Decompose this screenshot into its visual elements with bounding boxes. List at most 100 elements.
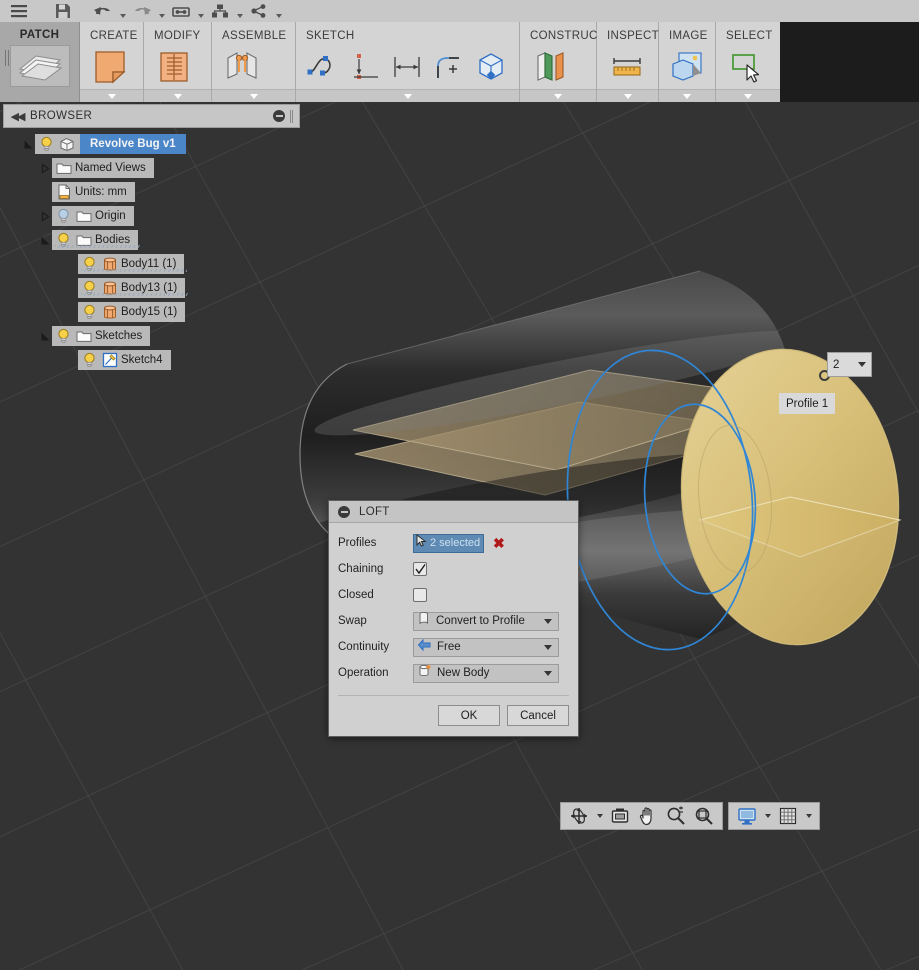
loft-row-profiles: Profiles 2 selected ✖ <box>329 530 578 556</box>
tree-row-body15[interactable]: Body15 (1) <box>0 300 303 324</box>
profile-count-dropdown[interactable]: 2 <box>827 352 872 377</box>
folder-icon <box>75 208 92 225</box>
pan-icon[interactable] <box>635 804 661 828</box>
zoom-icon[interactable] <box>663 804 689 828</box>
panel-create-expand[interactable] <box>80 89 143 102</box>
patch-surface-icon[interactable] <box>9 45 70 87</box>
assemble-joint-icon[interactable] <box>220 47 264 87</box>
chevron-down-icon <box>858 362 866 367</box>
expander-expanded-icon[interactable] <box>38 228 52 252</box>
redo-dropdown-caret[interactable] <box>157 1 166 21</box>
grid-snaps-dropdown-caret[interactable] <box>803 804 814 828</box>
inspect-measure-icon[interactable] <box>605 47 649 87</box>
visibility-bulb-icon[interactable] <box>81 304 98 321</box>
share-dropdown-caret[interactable] <box>274 1 283 21</box>
tree-row-sketches[interactable]: Sketches <box>0 324 303 348</box>
profile-1-label[interactable]: Profile 1 <box>779 393 836 414</box>
visibility-bulb-off-icon[interactable] <box>55 208 72 225</box>
tree-row-units[interactable]: Units: mm <box>0 180 303 204</box>
panel-modify-expand[interactable] <box>144 89 211 102</box>
tree-row-body11[interactable]: Body11 (1) <box>0 252 303 276</box>
tree-label-named-views: Named Views <box>75 162 146 174</box>
profiles-value: 2 selected <box>430 537 481 549</box>
tree-row-bodies[interactable]: Bodies <box>0 228 303 252</box>
chevron-down-icon <box>544 644 552 650</box>
operation-dropdown[interactable]: New Body <box>413 663 559 683</box>
closed-checkbox[interactable] <box>413 588 427 602</box>
tree-row-origin[interactable]: Origin <box>0 204 303 228</box>
panel-assemble-expand[interactable] <box>212 89 295 102</box>
create-patch-icon[interactable] <box>88 47 132 87</box>
data-panel-icon[interactable] <box>207 1 233 21</box>
panel-modify-title: MODIFY <box>154 30 201 42</box>
orbit-icon[interactable] <box>566 804 592 828</box>
expander-collapsed-icon[interactable] <box>38 156 52 180</box>
panel-inspect-expand[interactable] <box>597 89 658 102</box>
display-settings-icon[interactable] <box>734 804 760 828</box>
modify-trim-icon[interactable] <box>152 47 196 87</box>
tab-patch[interactable]: PATCH <box>0 22 80 102</box>
job-status-dropdown-caret[interactable] <box>196 1 205 21</box>
tab-patch-label: PATCH <box>19 29 60 41</box>
menu-icon[interactable] <box>6 1 32 21</box>
visibility-bulb-icon[interactable] <box>38 136 55 153</box>
swap-dropdown[interactable]: Convert to Profile <box>413 611 559 631</box>
panel-select-expand[interactable] <box>716 89 780 102</box>
3d-viewport[interactable]: 2 Profile 1 ◀◀ BROWSER Revolve Bug v1 Na… <box>0 102 919 970</box>
undo-dropdown-caret[interactable] <box>118 1 127 21</box>
sketch-fillet-icon[interactable] <box>429 47 469 87</box>
construct-plane-icon[interactable] <box>528 47 572 87</box>
collapse-left-icon[interactable]: ◀◀ <box>4 110 30 123</box>
tree-label-document: Revolve Bug v1 <box>90 138 176 150</box>
ok-button[interactable]: OK <box>438 705 500 726</box>
minus-circle-icon[interactable] <box>273 110 285 122</box>
panel-select-title: SELECT <box>726 30 773 42</box>
panel-construct-expand[interactable] <box>520 89 596 102</box>
panel-inspect-title: INSPECT <box>607 30 659 42</box>
profile-surface-icon <box>417 611 431 631</box>
visibility-bulb-icon[interactable] <box>55 328 72 345</box>
tree-label-origin: Origin <box>95 210 126 222</box>
operation-value: New Body <box>437 667 490 679</box>
continuity-dropdown[interactable]: Free <box>413 637 559 657</box>
tree-row-sketch4[interactable]: Sketch4 <box>0 348 303 372</box>
sketch-create-icon[interactable] <box>471 47 511 87</box>
sketch-dimension-horizontal-icon[interactable] <box>388 47 428 87</box>
job-status-icon[interactable] <box>168 1 194 21</box>
redo-icon[interactable] <box>129 1 155 21</box>
cancel-button[interactable]: Cancel <box>507 705 569 726</box>
look-at-icon[interactable] <box>607 804 633 828</box>
expander-collapsed-icon[interactable] <box>38 204 52 228</box>
profiles-selection-field[interactable]: 2 selected <box>413 533 484 553</box>
panel-sketch-expand[interactable] <box>296 89 519 102</box>
tree-row-body13[interactable]: Body13 (1) <box>0 276 303 300</box>
visibility-bulb-icon[interactable] <box>81 352 98 369</box>
save-icon[interactable] <box>50 1 76 21</box>
loft-dialog-titlebar[interactable]: LOFT <box>329 501 578 523</box>
fit-icon[interactable] <box>691 804 717 828</box>
sketch-dimension-vertical-icon[interactable] <box>346 47 386 87</box>
image-canvas-icon[interactable] <box>667 47 707 87</box>
cursor-arrow-icon <box>416 533 427 552</box>
tree-row-named-views[interactable]: Named Views <box>0 156 303 180</box>
loft-dialog: LOFT Profiles 2 selected ✖ Chaining Clos… <box>328 500 579 737</box>
panel-image-expand[interactable] <box>659 89 715 102</box>
select-window-icon[interactable] <box>724 47 768 87</box>
share-icon[interactable] <box>246 1 272 21</box>
tree-row-document[interactable]: Revolve Bug v1 <box>0 132 303 156</box>
chaining-checkbox[interactable] <box>413 562 427 576</box>
orbit-dropdown-caret[interactable] <box>594 804 605 828</box>
grid-snaps-icon[interactable] <box>775 804 801 828</box>
expander-expanded-icon[interactable] <box>21 132 35 156</box>
swap-label: Swap <box>338 615 367 627</box>
clear-x-icon[interactable]: ✖ <box>493 536 505 550</box>
undo-icon[interactable] <box>90 1 116 21</box>
data-panel-dropdown-caret[interactable] <box>235 1 244 21</box>
continuity-value: Free <box>437 641 461 653</box>
expander-expanded-icon[interactable] <box>38 324 52 348</box>
sketch-spline-icon[interactable] <box>304 47 344 87</box>
display-settings-dropdown-caret[interactable] <box>762 804 773 828</box>
browser-resize-grip[interactable] <box>290 109 293 123</box>
minus-circle-icon[interactable] <box>338 505 350 518</box>
profile-count-value: 2 <box>833 358 840 371</box>
